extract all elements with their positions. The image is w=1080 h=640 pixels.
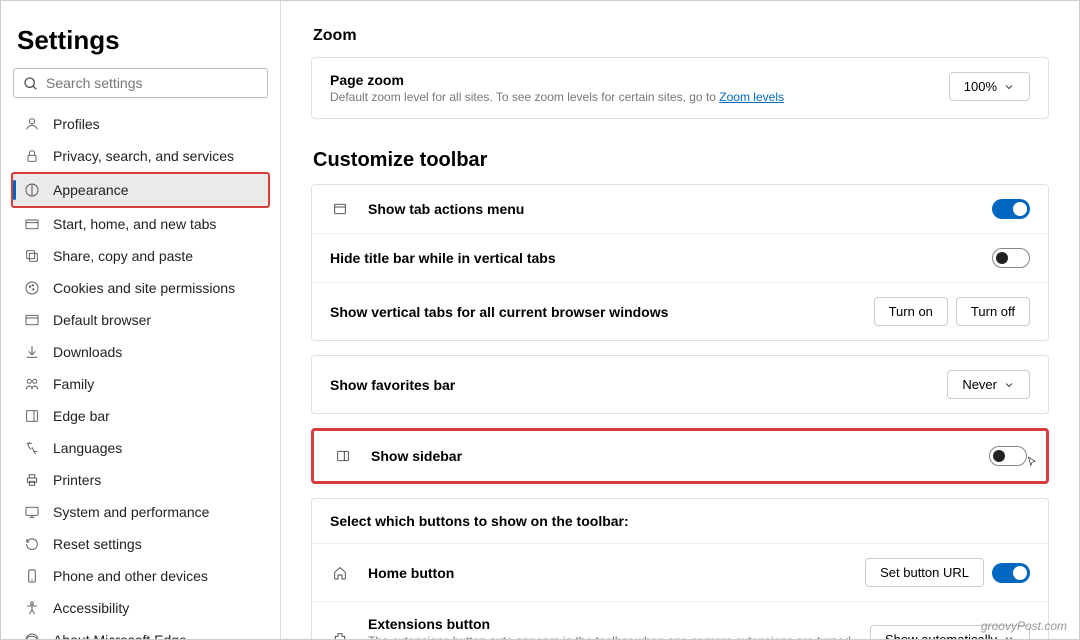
row-hide-titlebar: Hide title bar while in vertical tabs — [312, 233, 1048, 282]
sidebar-item-profiles[interactable]: Profiles — [13, 108, 268, 140]
toolbar-buttons-card: Select which buttons to show on the tool… — [311, 498, 1049, 639]
download-icon — [23, 343, 41, 361]
hide-titlebar-label: Hide title bar while in vertical tabs — [330, 250, 992, 266]
sidebar-nav: Profiles Privacy, search, and services A… — [13, 108, 268, 639]
tab-actions-toggle[interactable] — [992, 199, 1030, 219]
chevron-down-icon — [1003, 379, 1015, 391]
page-zoom-card: Page zoom Default zoom level for all sit… — [311, 57, 1049, 119]
favorites-dropdown[interactable]: Never — [947, 370, 1030, 399]
row-show-sidebar: Show sidebar — [315, 432, 1045, 480]
show-sidebar-highlight: Show sidebar — [311, 428, 1049, 484]
home-button-label: Home button — [368, 565, 865, 581]
sidebar-item-accessibility[interactable]: Accessibility — [13, 592, 268, 624]
hide-titlebar-toggle[interactable] — [992, 248, 1030, 268]
family-icon — [23, 375, 41, 393]
row-select-buttons-header: Select which buttons to show on the tool… — [312, 499, 1048, 543]
edge-icon — [23, 631, 41, 639]
zoom-levels-link[interactable]: Zoom levels — [719, 90, 784, 104]
toolbar-group-1: Show tab actions menu Hide title bar whi… — [311, 184, 1049, 341]
settings-title: Settings — [17, 25, 268, 56]
row-extensions-button: Extensions button The extensions button … — [312, 601, 1048, 639]
extensions-button-sub: The extensions button auto appears in th… — [368, 634, 870, 639]
chevron-down-icon — [1003, 633, 1015, 639]
cursor-icon — [1025, 454, 1039, 472]
reset-icon — [23, 535, 41, 553]
sidebar-item-share[interactable]: Share, copy and paste — [13, 240, 268, 272]
home-icon — [330, 563, 350, 583]
edgebar-icon — [23, 407, 41, 425]
sidebar-item-privacy[interactable]: Privacy, search, and services — [13, 140, 268, 172]
page-zoom-sub: Default zoom level for all sites. To see… — [330, 90, 949, 104]
printer-icon — [23, 471, 41, 489]
browser-icon — [23, 311, 41, 329]
sidebar-item-languages[interactable]: Languages — [13, 432, 268, 464]
lock-icon — [23, 147, 41, 165]
share-icon — [23, 247, 41, 265]
sidebar-item-cookies[interactable]: Cookies and site permissions — [13, 272, 268, 304]
sidebar-icon — [333, 446, 353, 466]
main-content: Zoom Page zoom Default zoom level for al… — [281, 1, 1079, 639]
sidebar-item-edgebar[interactable]: Edge bar — [13, 400, 268, 432]
settings-sidebar: Settings Profiles Privacy, search, and s… — [1, 1, 281, 639]
sidebar-item-downloads[interactable]: Downloads — [13, 336, 268, 368]
profile-icon — [23, 115, 41, 133]
appearance-icon — [23, 181, 41, 199]
select-buttons-label: Select which buttons to show on the tool… — [330, 513, 1030, 529]
sidebar-item-default-browser[interactable]: Default browser — [13, 304, 268, 336]
extensions-icon — [330, 629, 350, 639]
show-sidebar-label: Show sidebar — [371, 448, 989, 464]
sidebar-item-printers[interactable]: Printers — [13, 464, 268, 496]
sidebar-item-reset[interactable]: Reset settings — [13, 528, 268, 560]
system-icon — [23, 503, 41, 521]
sidebar-item-about[interactable]: About Microsoft Edge — [13, 624, 268, 639]
row-home-button: Home button Set button URL — [312, 543, 1048, 601]
search-icon — [23, 76, 39, 92]
sidebar-item-phone[interactable]: Phone and other devices — [13, 560, 268, 592]
favorites-bar-label: Show favorites bar — [330, 377, 947, 393]
tab-icon — [23, 215, 41, 233]
sidebar-item-start[interactable]: Start, home, and new tabs — [13, 208, 268, 240]
chevron-down-icon — [1003, 81, 1015, 93]
accessibility-icon — [23, 599, 41, 617]
page-zoom-title: Page zoom — [330, 72, 949, 88]
show-sidebar-toggle[interactable] — [989, 446, 1027, 466]
page-zoom-dropdown[interactable]: 100% — [949, 72, 1030, 101]
tab-actions-icon — [330, 199, 350, 219]
phone-icon — [23, 567, 41, 585]
sidebar-item-family[interactable]: Family — [13, 368, 268, 400]
home-button-toggle[interactable] — [992, 563, 1030, 583]
sidebar-item-system[interactable]: System and performance — [13, 496, 268, 528]
turn-on-button[interactable]: Turn on — [874, 297, 948, 326]
row-vertical-tabs: Show vertical tabs for all current brows… — [312, 282, 1048, 340]
tab-actions-label: Show tab actions menu — [368, 201, 992, 217]
row-tab-actions: Show tab actions menu — [312, 185, 1048, 233]
watermark: groovyPost.com — [981, 619, 1067, 633]
extensions-button-label: Extensions button — [368, 616, 870, 632]
customize-toolbar-heading: Customize toolbar — [313, 149, 1049, 172]
favorites-card: Show favorites bar Never — [311, 355, 1049, 414]
sidebar-item-appearance[interactable]: Appearance — [11, 172, 270, 208]
row-favorites-bar: Show favorites bar Never — [312, 356, 1048, 413]
vertical-tabs-label: Show vertical tabs for all current brows… — [330, 304, 874, 320]
set-button-url-button[interactable]: Set button URL — [865, 558, 984, 587]
search-input[interactable] — [13, 68, 268, 98]
languages-icon — [23, 439, 41, 457]
cookie-icon — [23, 279, 41, 297]
turn-off-button[interactable]: Turn off — [956, 297, 1030, 326]
zoom-heading: Zoom — [313, 27, 1049, 45]
